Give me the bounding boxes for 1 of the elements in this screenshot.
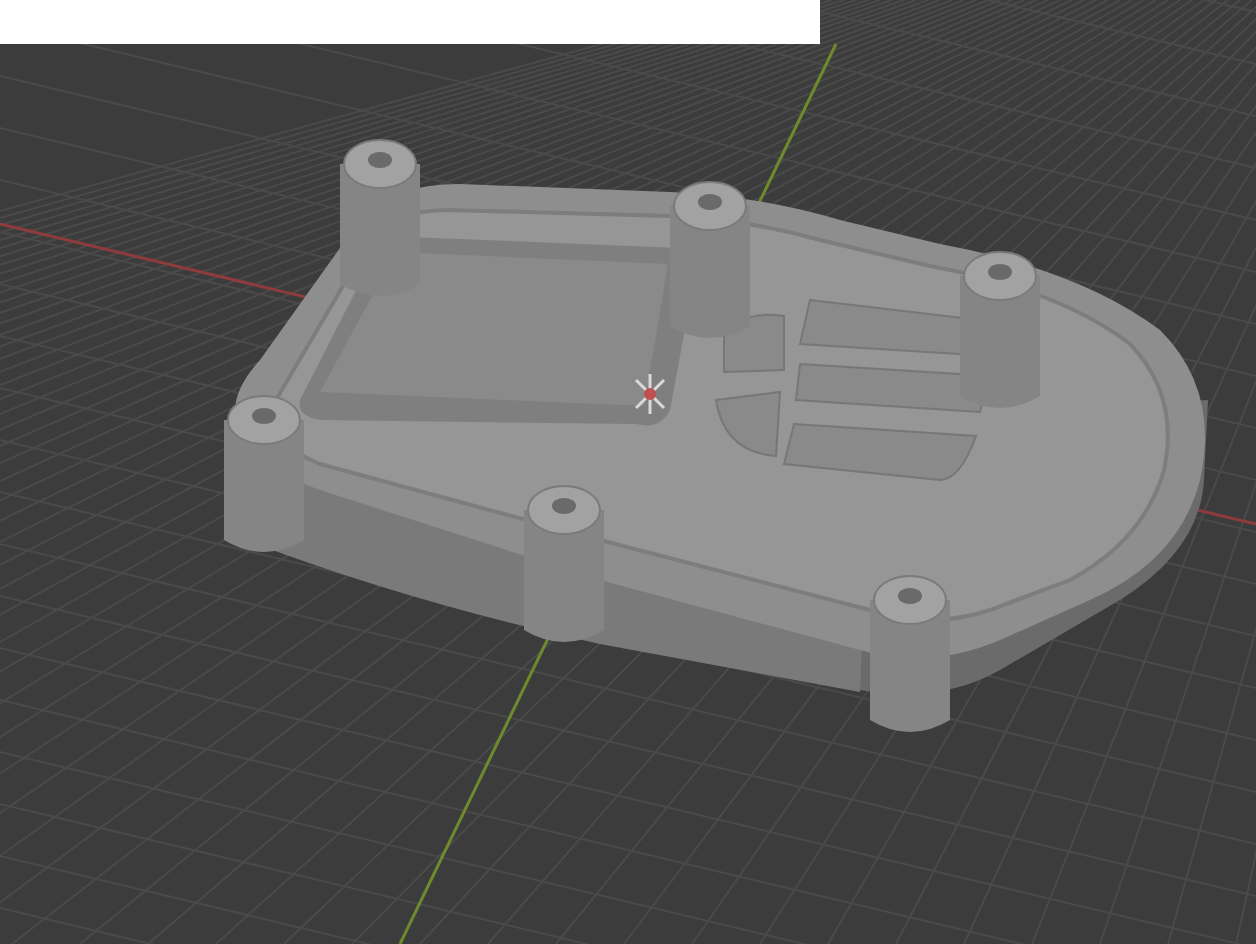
origin-icon [634, 374, 666, 414]
